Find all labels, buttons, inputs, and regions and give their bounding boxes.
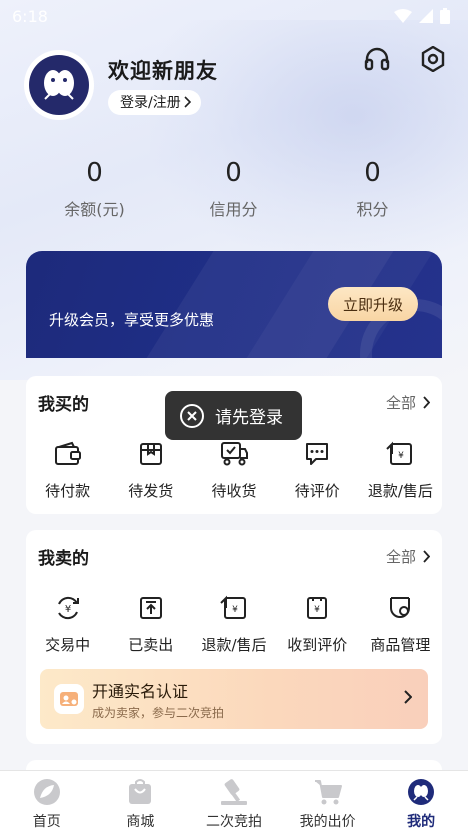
stat-balance[interactable]: 0 余额(元) <box>25 158 164 220</box>
tab-home[interactable]: 首页 <box>0 771 94 832</box>
sale-refund-aftersale[interactable]: ¥ 退款/售后 <box>192 592 275 655</box>
refund-icon: ¥ <box>384 438 416 470</box>
auction-hammer-icon <box>219 777 249 807</box>
mascot-logo-icon <box>44 70 74 100</box>
order-pending-shipment[interactable]: 待发货 <box>109 438 192 501</box>
shopping-bag-icon <box>125 777 155 807</box>
profile-icon <box>406 777 436 807</box>
vip-banner-text: 升级会员，享受更多优惠 <box>49 311 215 329</box>
tab-my-bids[interactable]: 我的出价 <box>281 771 375 832</box>
sell-view-all-link[interactable]: 全部 <box>386 546 430 567</box>
sell-section-title: 我卖的 <box>38 549 89 569</box>
chevron-right-icon <box>423 550 430 563</box>
real-name-verify-banner[interactable]: 开通实名认证 成为卖家，参与二次竞拍 <box>40 669 428 729</box>
upload-box-icon <box>135 592 167 624</box>
profile-header: 欢迎新朋友 登录/注册 <box>26 52 218 118</box>
verify-subtitle: 成为卖家，参与二次竞拍 <box>92 706 225 720</box>
login-toast: 请先登录 <box>165 391 302 440</box>
order-pending-review[interactable]: 待评价 <box>276 438 359 501</box>
home-leaf-icon <box>32 777 62 807</box>
signal-icon <box>419 9 433 23</box>
tab-mine[interactable]: 我的 <box>374 771 468 832</box>
account-stats: 0 余额(元) 0 信用分 0 积分 <box>0 158 468 220</box>
top-actions <box>362 44 448 74</box>
order-pending-receipt[interactable]: 待收货 <box>192 438 275 501</box>
login-label: 登录/注册 <box>120 95 181 111</box>
refund-icon: ¥ <box>218 592 250 624</box>
headset-icon[interactable] <box>362 44 392 74</box>
close-circle-icon <box>180 403 204 428</box>
product-manage-icon <box>384 592 416 624</box>
svg-text:¥: ¥ <box>232 605 238 615</box>
buy-view-all-link[interactable]: 全部 <box>386 392 430 413</box>
vip-banner[interactable]: 升级会员，享受更多优惠 立即升级 <box>26 251 442 358</box>
avatar[interactable] <box>26 52 92 118</box>
chevron-right-icon <box>184 96 191 108</box>
tab-mall[interactable]: 商城 <box>94 771 188 832</box>
status-time: 6:18 <box>12 6 48 26</box>
wifi-icon <box>394 9 412 23</box>
sale-sold[interactable]: 已卖出 <box>109 592 192 655</box>
welcome-title: 欢迎新朋友 <box>108 59 218 83</box>
sell-section: 我卖的 全部 ¥ 交易中 已卖出 ¥ 退款/售后 ¥ 收到评价 商品管理 开通实… <box>26 530 442 744</box>
login-register-button[interactable]: 登录/注册 <box>108 90 201 115</box>
bottom-tab-bar: 首页 商城 二次竞拍 我的出价 我的 <box>0 770 468 832</box>
settings-icon[interactable] <box>418 44 448 74</box>
battery-icon <box>440 8 450 24</box>
order-pending-payment[interactable]: 待付款 <box>26 438 109 501</box>
chevron-right-icon <box>404 690 412 704</box>
yuan-cycle-icon: ¥ <box>52 592 84 624</box>
comment-icon <box>301 438 333 470</box>
package-icon <box>135 438 167 470</box>
svg-text:¥: ¥ <box>399 451 405 461</box>
svg-text:¥: ¥ <box>64 604 70 615</box>
delivery-truck-icon <box>218 438 250 470</box>
wallet-icon <box>52 438 84 470</box>
order-refund-aftersale[interactable]: ¥ 退款/售后 <box>359 438 442 501</box>
verify-title: 开通实名认证 <box>92 682 189 701</box>
status-bar: 6:18 <box>0 0 468 32</box>
stat-points[interactable]: 0 积分 <box>303 158 442 220</box>
cart-icon <box>313 777 343 807</box>
chevron-right-icon <box>423 396 430 409</box>
product-management[interactable]: 商品管理 <box>359 592 442 655</box>
id-card-icon <box>54 684 84 714</box>
tab-second-auction[interactable]: 二次竞拍 <box>187 771 281 832</box>
svg-text:¥: ¥ <box>314 605 320 615</box>
stat-credit[interactable]: 0 信用分 <box>164 158 303 220</box>
upgrade-button[interactable]: 立即升级 <box>328 287 418 321</box>
sale-received-reviews[interactable]: ¥ 收到评价 <box>276 592 359 655</box>
yuan-doc-icon: ¥ <box>301 592 333 624</box>
sale-in-progress[interactable]: ¥ 交易中 <box>26 592 109 655</box>
toast-text: 请先登录 <box>215 408 283 428</box>
buy-section-title: 我买的 <box>38 395 89 415</box>
